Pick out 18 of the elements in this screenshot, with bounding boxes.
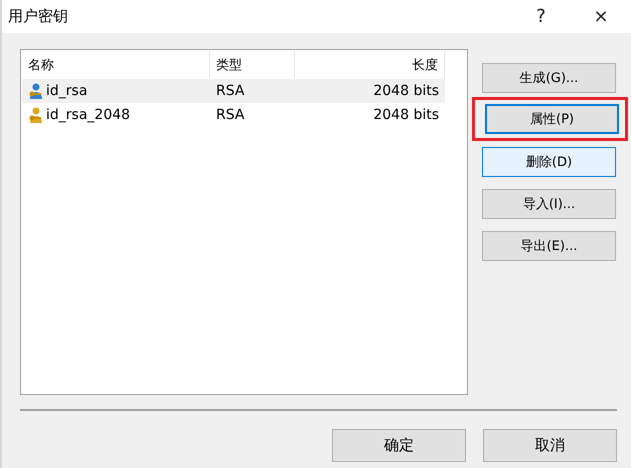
window-title: 用户密钥 — [8, 7, 69, 26]
table-cell-text: 2048 bits — [372, 106, 440, 125]
table-cell: 2048 bits — [295, 79, 445, 103]
dialog-button[interactable]: 取消 — [483, 429, 617, 462]
dialog-button[interactable]: 导入(I)... — [482, 189, 616, 219]
table-cell-text: RSA — [215, 106, 246, 125]
dialog-button[interactable]: 生成(G)... — [482, 63, 616, 93]
table-cell: RSA — [210, 79, 295, 103]
table-cell[interactable]: id_rsa_2048 — [22, 103, 210, 127]
help-button[interactable]: ? — [511, 0, 571, 33]
dialog-button[interactable]: 确定 — [332, 429, 466, 462]
close-button[interactable]: × — [571, 0, 631, 33]
dialog-button[interactable]: 删除(D) — [482, 147, 616, 177]
key-name: id_rsa_2048 — [46, 107, 130, 123]
dialog-button[interactable]: 属性(P) — [485, 104, 619, 134]
key-name: id_rsa — [46, 83, 88, 99]
table-cell[interactable]: id_rsa — [22, 79, 210, 103]
dialog-button[interactable]: 导出(E)... — [482, 231, 616, 261]
